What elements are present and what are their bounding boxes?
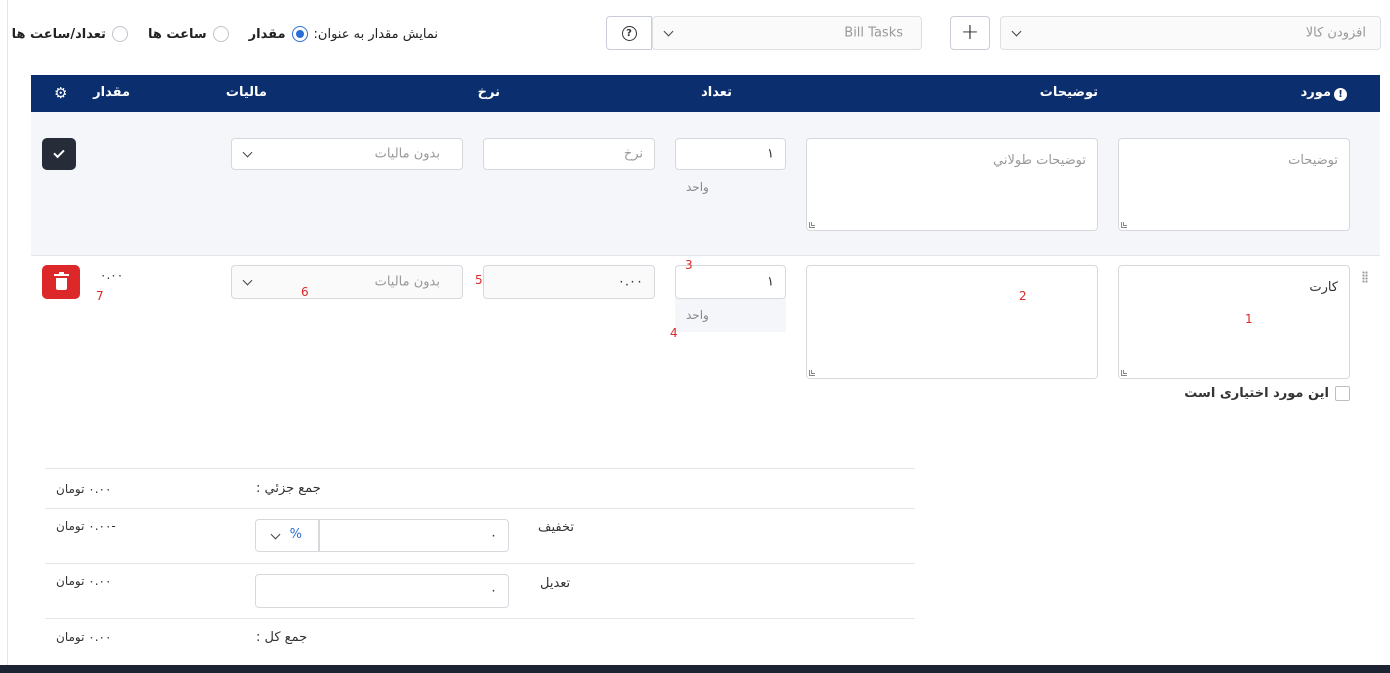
discount-label: تخفيف: [538, 520, 574, 535]
chevron-down-icon: [242, 275, 253, 286]
chevron-down-icon: [242, 147, 253, 158]
resize-handle-icon[interactable]: [1121, 370, 1127, 376]
add-item-placeholder: افزودن کالا: [1305, 25, 1366, 41]
display-mode-label: نمایش مقدار به عنوان:: [313, 26, 438, 42]
header-quantity: تعداد: [701, 85, 732, 100]
divider: [45, 563, 915, 564]
marker-5: 5: [475, 273, 483, 287]
help-button[interactable]: ?: [606, 16, 652, 50]
discount-value: -٠.٠٠ تومان: [56, 519, 116, 533]
discount-input[interactable]: ٠: [319, 519, 509, 552]
radio-qty-hours-label: تعداد/ساعت ها: [11, 26, 106, 42]
adjustment-label: تعديل: [540, 576, 571, 591]
checkbox-box[interactable]: [1335, 386, 1350, 401]
resize-handle-icon[interactable]: [809, 222, 815, 228]
new-tax-select[interactable]: بدون ماليات: [231, 138, 463, 170]
new-description-input[interactable]: توضیحات: [1118, 138, 1350, 231]
total-label: جمع کل :: [256, 630, 308, 645]
items-table-header: !مورد توضیحات تعداد نرخ ماليات مقدار ⚙: [31, 75, 1380, 112]
new-unit-label: واحد: [686, 180, 709, 194]
chevron-down-icon: [663, 26, 674, 37]
radio-quantity-label: مقدار: [248, 26, 286, 42]
item-rate-input[interactable]: ٠.٠٠: [483, 265, 655, 299]
new-long-description-input[interactable]: توضيحات طولاني: [806, 138, 1098, 231]
marker-7: 7: [96, 289, 104, 303]
resize-handle-icon[interactable]: [809, 370, 815, 376]
exclamation-circle-icon: !: [1334, 88, 1347, 101]
item-tax-select[interactable]: بدون ماليات: [231, 265, 463, 299]
divider: [45, 468, 915, 469]
total-value: ٠.٠٠ تومان: [56, 630, 112, 644]
header-item: !مورد: [1301, 85, 1347, 101]
bill-tasks-placeholder: Bill Tasks: [844, 25, 903, 41]
marker-3: 3: [685, 258, 693, 272]
header-amount: مقدار: [93, 85, 130, 100]
chevron-down-icon: [270, 529, 281, 540]
discount-type-label: %: [289, 527, 302, 542]
check-icon: [53, 146, 65, 159]
drag-handle-icon[interactable]: [1362, 271, 1368, 283]
subtotal-value: ٠.٠٠ تومان: [56, 482, 112, 496]
chevron-down-icon: [1011, 26, 1022, 37]
optional-item-checkbox[interactable]: این مورد اختیاری است: [1184, 386, 1350, 401]
divider: [45, 618, 915, 619]
optional-item-label: این مورد اختیاری است: [1184, 386, 1329, 401]
footer-bar: [0, 665, 1390, 673]
divider: [45, 508, 915, 509]
new-rate-input[interactable]: نرخ: [483, 138, 655, 170]
confirm-row-button[interactable]: [42, 138, 76, 170]
radio-hours-label: ساعت ها: [147, 26, 207, 42]
marker-4: 4: [670, 326, 678, 340]
marker-1: 1: [1245, 312, 1253, 326]
bill-tasks-select[interactable]: Bill Tasks: [652, 16, 922, 50]
header-rate: نرخ: [477, 85, 500, 100]
header-tax: ماليات: [225, 85, 267, 100]
plus-icon: +: [960, 20, 980, 45]
item-unit-label: واحد: [686, 308, 709, 322]
radio-quantity[interactable]: [291, 26, 308, 42]
radio-qty-hours[interactable]: [111, 26, 128, 42]
item-description-input[interactable]: کارت: [1118, 265, 1350, 379]
delete-row-button[interactable]: [42, 265, 80, 299]
adjustment-input[interactable]: ٠: [255, 574, 509, 608]
new-quantity-input[interactable]: ١: [675, 138, 786, 170]
add-item-select[interactable]: افزودن کالا: [1000, 16, 1381, 50]
subtotal-label: جمع جزئي :: [256, 481, 321, 496]
resize-handle-icon[interactable]: [1121, 222, 1127, 228]
add-item-button[interactable]: +: [950, 16, 990, 50]
trash-icon: [53, 271, 69, 290]
page-left-border: [7, 0, 8, 665]
gear-icon[interactable]: ⚙: [54, 84, 67, 102]
adjustment-value: ٠.٠٠ تومان: [56, 574, 112, 588]
discount-type-select[interactable]: %: [255, 519, 319, 552]
item-long-description-input[interactable]: [806, 265, 1098, 379]
header-description: توضیحات: [1039, 85, 1098, 100]
question-circle-icon: ?: [621, 25, 637, 41]
display-mode-group: نمایش مقدار به عنوان: مقدار ساعت ها تعدا…: [12, 26, 438, 42]
radio-hours[interactable]: [212, 26, 229, 42]
marker-2: 2: [1019, 289, 1027, 303]
marker-6: 6: [301, 285, 309, 299]
item-amount: ٠.٠٠: [100, 268, 124, 282]
